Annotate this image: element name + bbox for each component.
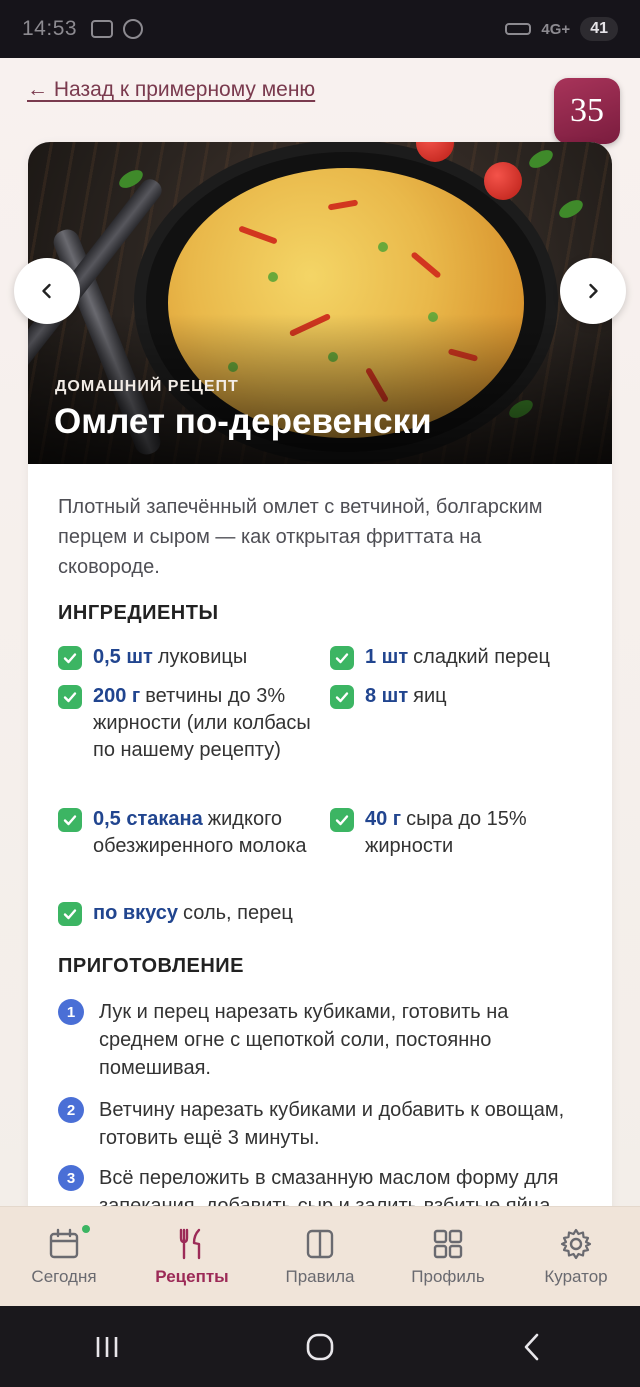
ingredient-name: соль, перец bbox=[183, 902, 293, 924]
book-icon bbox=[306, 1229, 334, 1258]
recipe-title: Омлет по-деревенски bbox=[54, 402, 432, 441]
grid-icon bbox=[433, 1229, 463, 1258]
ingredient-quantity: 1 шт bbox=[365, 646, 409, 668]
step-item: 3 Всё переложить в смазанную маслом форм… bbox=[58, 1164, 588, 1206]
recipe-card: ДОМАШНИЙ РЕЦЕПТ Омлет по-деревенски Плот… bbox=[28, 142, 612, 1206]
ingredient-name: яиц bbox=[413, 685, 447, 707]
step-text: Всё переложить в смазанную маслом форму … bbox=[99, 1167, 559, 1206]
checkmark-icon bbox=[58, 685, 82, 709]
chevron-right-icon bbox=[589, 283, 598, 299]
chevron-left-icon bbox=[42, 283, 51, 299]
step-text: Лук и перец нарезать кубиками, готовить … bbox=[99, 1001, 509, 1079]
step-number: 3 bbox=[58, 1165, 84, 1191]
ingredient-item: 0,5 стакана жидкого обезжиренного молока bbox=[58, 806, 318, 860]
battery-indicator: 41 bbox=[580, 17, 618, 41]
screenshot-icon bbox=[91, 20, 114, 38]
calendar-icon bbox=[49, 1228, 79, 1258]
back-to-menu-link[interactable]: ← Назад к примерному меню bbox=[27, 78, 315, 102]
tab-label: Правила bbox=[285, 1266, 355, 1286]
ingredient-quantity: по вкусу bbox=[93, 902, 179, 924]
status-notification-icons bbox=[91, 19, 144, 39]
tab-label: Куратор bbox=[544, 1266, 608, 1286]
recipe-description: Плотный запечённый омлет с ветчиной, бол… bbox=[58, 496, 543, 578]
tab-rules[interactable]: Правила bbox=[256, 1207, 384, 1306]
app-logo-badge[interactable]: 35 bbox=[554, 78, 620, 144]
tab-label: Профиль bbox=[411, 1266, 485, 1286]
checkmark-icon bbox=[58, 646, 82, 670]
step-number: 1 bbox=[58, 999, 84, 1025]
fork-knife-icon bbox=[179, 1228, 201, 1259]
ingredient-name: луковицы bbox=[157, 646, 248, 668]
ingredient-item: 200 г ветчины до 3% жирности (или колбасы… bbox=[58, 683, 318, 764]
step-text: Ветчину нарезать кубиками и добавить к о… bbox=[99, 1099, 565, 1149]
ingredient-quantity: 8 шт bbox=[365, 685, 409, 707]
next-recipe-button[interactable] bbox=[560, 258, 626, 324]
ingredient-item: 1 шт сладкий перец bbox=[330, 644, 590, 671]
system-nav-bar bbox=[0, 1306, 640, 1387]
key-icon bbox=[505, 23, 532, 35]
step-number: 2 bbox=[58, 1097, 84, 1123]
tab-label: Рецепты bbox=[155, 1266, 229, 1286]
ingredient-quantity: 0,5 шт bbox=[93, 646, 153, 668]
step-item: 1 Лук и перец нарезать кубиками, готовит… bbox=[58, 998, 588, 1082]
herb-piece bbox=[378, 242, 388, 252]
network-type: 4G+ bbox=[541, 20, 571, 38]
recent-apps-icon[interactable] bbox=[92, 1332, 122, 1362]
bottom-tab-bar: Сегодня Рецепты Правила Профиль Куратор bbox=[0, 1206, 640, 1306]
ingredient-item: 8 шт яиц bbox=[330, 683, 590, 710]
ingredients-heading: ИНГРЕДИЕНТЫ bbox=[58, 602, 219, 624]
checkmark-icon bbox=[330, 808, 354, 832]
status-time: 14:53 bbox=[22, 17, 78, 40]
status-bar: 14:53 4G+ 41 bbox=[0, 0, 640, 58]
tab-label: Сегодня bbox=[31, 1266, 97, 1286]
tab-recipes[interactable]: Рецепты bbox=[128, 1207, 256, 1306]
previous-recipe-button[interactable] bbox=[14, 258, 80, 324]
ingredient-quantity: 0,5 стакана bbox=[93, 808, 203, 830]
tab-today[interactable]: Сегодня bbox=[0, 1207, 128, 1306]
checkmark-icon bbox=[58, 808, 82, 832]
step-item: 2 Ветчину нарезать кубиками и добавить к… bbox=[58, 1096, 588, 1152]
gear-icon bbox=[560, 1228, 592, 1259]
ingredient-quantity: 200 г bbox=[93, 685, 141, 707]
notification-dot bbox=[82, 1225, 90, 1233]
home-icon[interactable] bbox=[305, 1332, 335, 1362]
recipe-page: ← Назад к примерному меню 35 ДОМАШНИЙ РЕ… bbox=[0, 58, 640, 1206]
ingredient-quantity: 40 г bbox=[365, 808, 402, 830]
status-system-icons: 4G+ 41 bbox=[505, 17, 618, 41]
ingredient-item: 40 г сыра до 15% жирности bbox=[330, 806, 590, 860]
preparation-heading: ПРИГОТОВЛЕНИЕ bbox=[58, 955, 244, 977]
herb-piece bbox=[268, 272, 278, 282]
telegram-icon bbox=[123, 19, 144, 39]
ingredient-name: сладкий перец bbox=[413, 646, 550, 668]
recipe-hero-image: ДОМАШНИЙ РЕЦЕПТ Омлет по-деревенски bbox=[28, 142, 612, 464]
checkmark-icon bbox=[330, 646, 354, 670]
checkmark-icon bbox=[58, 902, 82, 926]
ingredient-item: 0,5 шт луковицы bbox=[58, 644, 318, 671]
back-icon[interactable] bbox=[518, 1332, 548, 1362]
recipe-kicker: ДОМАШНИЙ РЕЦЕПТ bbox=[55, 378, 239, 395]
ingredient-item: по вкусу соль, перец bbox=[58, 900, 358, 927]
checkmark-icon bbox=[330, 685, 354, 709]
tab-curator[interactable]: Куратор bbox=[512, 1207, 640, 1306]
tab-profile[interactable]: Профиль bbox=[384, 1207, 512, 1306]
tomato-image bbox=[484, 162, 522, 200]
